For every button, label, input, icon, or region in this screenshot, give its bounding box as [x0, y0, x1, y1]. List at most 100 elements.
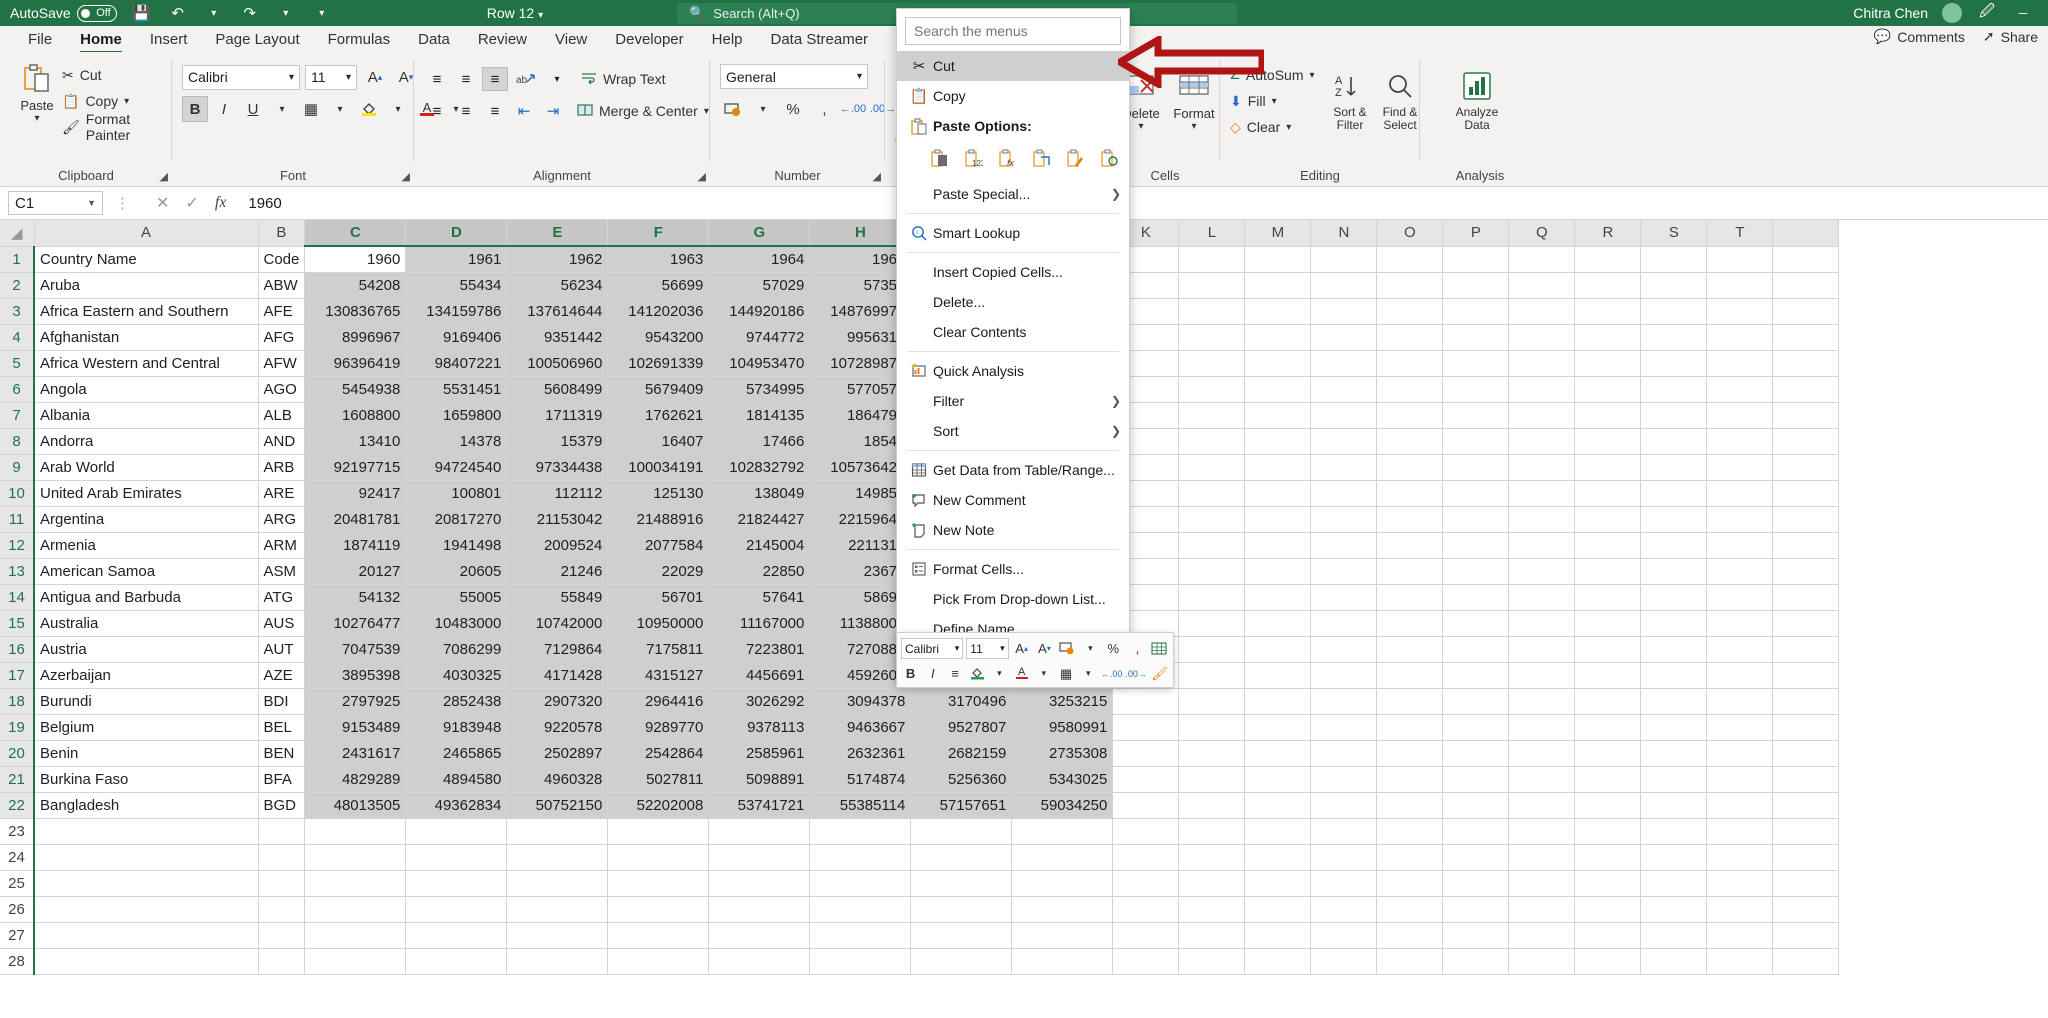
- save-icon[interactable]: 💾: [131, 2, 153, 24]
- fill-color-icon[interactable]: [356, 96, 382, 122]
- cell-value[interactable]: 56234: [506, 272, 609, 299]
- cell-empty[interactable]: [304, 922, 407, 949]
- bold-button[interactable]: B: [182, 96, 208, 122]
- cell-value[interactable]: 52202008: [607, 792, 710, 819]
- cell-empty[interactable]: [1112, 870, 1180, 897]
- cell-empty[interactable]: [1574, 506, 1642, 533]
- cell-empty[interactable]: [607, 844, 710, 871]
- menu-item-pick-from-dropdown[interactable]: Pick From Drop-down List...: [897, 584, 1129, 614]
- cell-empty[interactable]: [1442, 610, 1510, 637]
- table-row[interactable]: 20 Benin BEN 2431617 2465865 2502897 2542864 25…: [0, 740, 1840, 767]
- cell-empty[interactable]: [910, 896, 1013, 923]
- cell-empty[interactable]: [1244, 558, 1312, 585]
- cell-empty[interactable]: [1442, 506, 1510, 533]
- cell-value[interactable]: 2542864: [607, 740, 710, 767]
- autosum-button[interactable]: Σ AutoSum ▾: [1230, 62, 1315, 88]
- cell-empty[interactable]: [258, 922, 306, 949]
- clear-button[interactable]: ◇ Clear ▾: [1230, 114, 1315, 140]
- cell-empty[interactable]: [1178, 454, 1246, 481]
- menu-item-new-comment[interactable]: New Comment: [897, 485, 1129, 515]
- cell-empty[interactable]: [1574, 428, 1642, 455]
- cell-empty[interactable]: [1640, 324, 1708, 351]
- cell-empty[interactable]: [1772, 584, 1840, 611]
- cell-value[interactable]: 59034250: [1011, 792, 1114, 819]
- cell-country-code[interactable]: AZE: [258, 662, 306, 689]
- mini-italic-button[interactable]: I: [923, 663, 942, 685]
- cell-empty[interactable]: [1640, 636, 1708, 663]
- cell-country-name[interactable]: Angola: [33, 376, 259, 403]
- clipboard-dialog-launcher[interactable]: ◢: [160, 170, 168, 183]
- mini-format-painter-icon[interactable]: 🖌: [1150, 663, 1169, 685]
- cell-value[interactable]: 8996967: [304, 324, 407, 351]
- cell-empty[interactable]: [1244, 818, 1312, 845]
- cell-empty[interactable]: [708, 870, 811, 897]
- cell-empty[interactable]: [1706, 272, 1774, 299]
- cell-value[interactable]: 7223801: [708, 636, 811, 663]
- cell-country-name[interactable]: Benin: [33, 740, 259, 767]
- cell-value[interactable]: 7175811: [607, 636, 710, 663]
- mini-font-size-select[interactable]: 11 ▾: [966, 638, 1009, 659]
- cell-empty[interactable]: [1112, 766, 1180, 793]
- cell-empty[interactable]: [1011, 896, 1114, 923]
- cell-empty[interactable]: [1376, 480, 1444, 507]
- font-name-select[interactable]: Calibri ▾: [182, 64, 300, 90]
- cell-country-code[interactable]: ARE: [258, 480, 306, 507]
- cell-empty[interactable]: [1310, 792, 1378, 819]
- cell-empty[interactable]: [1178, 350, 1246, 377]
- cell-empty[interactable]: [809, 844, 912, 871]
- cell-empty[interactable]: [1772, 532, 1840, 559]
- cell-empty[interactable]: [1640, 896, 1708, 923]
- cell-country-name[interactable]: Argentina: [33, 506, 259, 533]
- menu-item-copy[interactable]: 📋 Copy: [897, 81, 1129, 111]
- cell-value[interactable]: 2632361: [809, 740, 912, 767]
- cell-empty[interactable]: [1376, 584, 1444, 611]
- comma-style-button[interactable]: ,: [810, 96, 836, 122]
- cell-value[interactable]: 55849: [506, 584, 609, 611]
- cell-value[interactable]: 4960328: [506, 766, 609, 793]
- tab-formulas[interactable]: Formulas: [314, 29, 405, 50]
- redo-icon[interactable]: ↷: [239, 2, 261, 24]
- cell-empty[interactable]: [1640, 402, 1708, 429]
- column-header-B[interactable]: B: [258, 220, 306, 247]
- cell-empty[interactable]: [1112, 818, 1180, 845]
- cell-empty[interactable]: [1178, 766, 1246, 793]
- cell-value[interactable]: 3895398: [304, 662, 407, 689]
- cell-empty[interactable]: [1772, 480, 1840, 507]
- cell-value[interactable]: 20817270: [405, 506, 508, 533]
- cell-empty[interactable]: [304, 844, 407, 871]
- cell-value[interactable]: 1762621: [607, 402, 710, 429]
- cell-empty[interactable]: [1442, 688, 1510, 715]
- cell-empty[interactable]: [1376, 428, 1444, 455]
- cell-value[interactable]: 9169406: [405, 324, 508, 351]
- mini-fill-color-icon[interactable]: [968, 663, 987, 685]
- mini-comma-style-button[interactable]: ,: [1126, 638, 1146, 660]
- cell-empty[interactable]: [1574, 324, 1642, 351]
- cell-empty[interactable]: [1244, 896, 1312, 923]
- cell-empty[interactable]: [1640, 480, 1708, 507]
- cell-empty[interactable]: [1442, 922, 1510, 949]
- cell-empty[interactable]: [1178, 740, 1246, 767]
- cell-value[interactable]: 5734995: [708, 376, 811, 403]
- cell-country-name[interactable]: Country Name: [33, 246, 259, 273]
- cell-empty[interactable]: [258, 870, 306, 897]
- format-cells-ribbon-button[interactable]: Format ▾: [1170, 68, 1218, 132]
- cell-empty[interactable]: [1310, 584, 1378, 611]
- cell-country-name[interactable]: United Arab Emirates: [33, 480, 259, 507]
- cell-empty[interactable]: [1442, 480, 1510, 507]
- user-name[interactable]: Chitra Chen: [1853, 5, 1928, 21]
- menu-item-quick-analysis[interactable]: Quick Analysis: [897, 356, 1129, 386]
- cell-empty[interactable]: [405, 922, 508, 949]
- cell-country-name[interactable]: Arab World: [33, 454, 259, 481]
- paste-button[interactable]: Paste ▾: [8, 60, 66, 124]
- mini-fill-color-chevron-icon[interactable]: ▾: [990, 663, 1009, 685]
- cell-value[interactable]: 2502897: [506, 740, 609, 767]
- cell-empty[interactable]: [1640, 454, 1708, 481]
- cell-empty[interactable]: [1508, 246, 1576, 273]
- cell-empty[interactable]: [1574, 402, 1642, 429]
- cell-value[interactable]: 137614644: [506, 298, 609, 325]
- cell-empty[interactable]: [1178, 532, 1246, 559]
- cell-empty[interactable]: [910, 922, 1013, 949]
- cell-empty[interactable]: [1508, 740, 1576, 767]
- align-center-icon[interactable]: ≡: [453, 99, 479, 123]
- cell-empty[interactable]: [1376, 636, 1444, 663]
